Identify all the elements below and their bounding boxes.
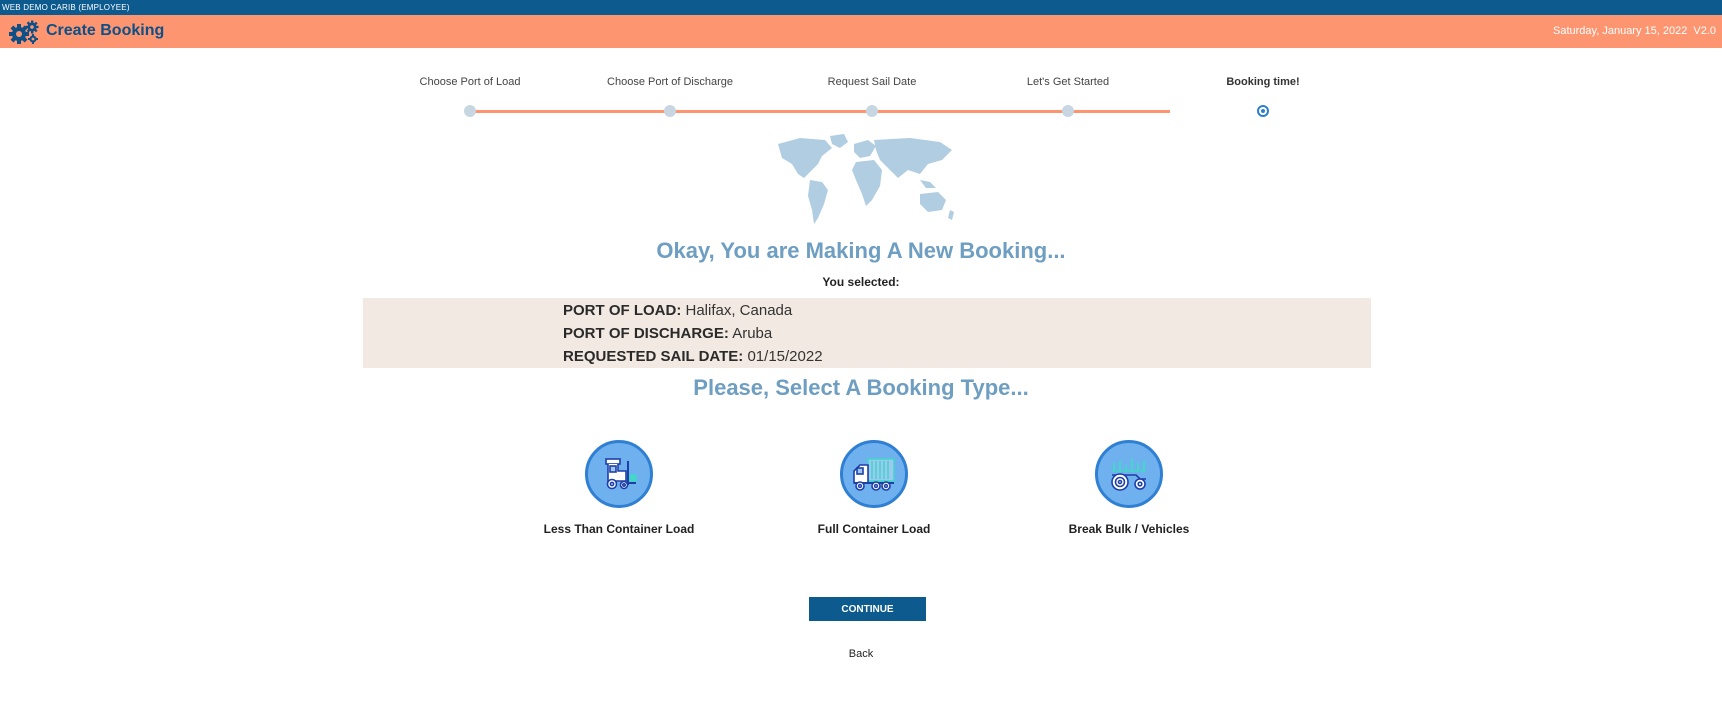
booking-type-break-bulk-circle[interactable] [1095,440,1163,508]
port-of-discharge-label: PORT OF DISCHARGE: [563,325,729,342]
port-of-load-value: Halifax, Canada [685,302,793,319]
booking-stepper: Choose Port of Load Choose Port of Disch… [380,68,1300,128]
step-dot-port-of-discharge[interactable] [664,105,676,117]
step-label-booking-time: Booking time! [1226,76,1300,88]
gears-icon [9,20,39,44]
booking-type-lcl-label: Less Than Container Load [543,522,695,536]
booking-type-fcl-circle[interactable] [840,440,908,508]
header-date: Saturday, January 15, 2022 V2.0 [1547,25,1716,37]
step-dot-get-started[interactable] [1062,105,1074,117]
booking-type-lcl-circle[interactable] [585,440,653,508]
step-label-sail-date: Request Sail Date [827,76,917,88]
sail-date-label: REQUESTED SAIL DATE: [563,348,744,365]
booking-type-lcl[interactable]: Less Than Container Load [529,440,709,536]
step-label-get-started: Let's Get Started [1026,76,1110,88]
selection-summary: PORT OF LOAD: Halifax, Canada PORT OF DI… [363,298,1371,368]
app-header: Create Booking Saturday, January 15, 202… [0,15,1722,48]
booking-type-fcl-label: Full Container Load [817,522,931,536]
forklift-icon [605,458,637,490]
step-label-port-of-discharge: Choose Port of Discharge [607,76,733,88]
booking-type-break-bulk[interactable]: Break Bulk / Vehicles [1039,440,1219,536]
sail-date-value: 01/15/2022 [747,348,823,365]
environment-strip: WEB DEMO CARIB (EMPLOYEE) [0,0,1722,15]
summary-sail-date: REQUESTED SAIL DATE: 01/15/2022 [563,348,823,365]
continue-button[interactable]: CONTINUE [809,597,926,621]
selected-label: You selected: [822,275,900,289]
world-map-icon [778,134,954,224]
step-dot-booking-time[interactable] [1257,105,1269,117]
container-truck-icon [853,458,895,491]
back-link: Back [0,648,1722,660]
page-title: Create Booking [46,22,165,39]
step-dot-sail-date[interactable] [866,105,878,117]
current-date: Saturday, January 15, 2022 [1553,25,1688,37]
booking-type-break-bulk-label: Break Bulk / Vehicles [1068,522,1190,536]
select-type-headline: Please, Select A Booking Type... [693,375,1029,400]
tractor-icon [1111,459,1146,491]
back-link-text[interactable]: Back [849,648,873,660]
port-of-load-label: PORT OF LOAD: [563,302,682,319]
booking-headline: Okay, You are Making A New Booking... [656,238,1066,263]
summary-port-of-discharge: PORT OF DISCHARGE: Aruba [563,325,772,342]
step-dot-port-of-load[interactable] [464,105,476,117]
booking-type-fcl[interactable]: Full Container Load [784,440,964,536]
step-label-port-of-load: Choose Port of Load [419,76,521,88]
port-of-discharge-value: Aruba [732,325,773,342]
summary-port-of-load: PORT OF LOAD: Halifax, Canada [563,302,792,319]
app-version: V2.0 [1693,25,1716,37]
